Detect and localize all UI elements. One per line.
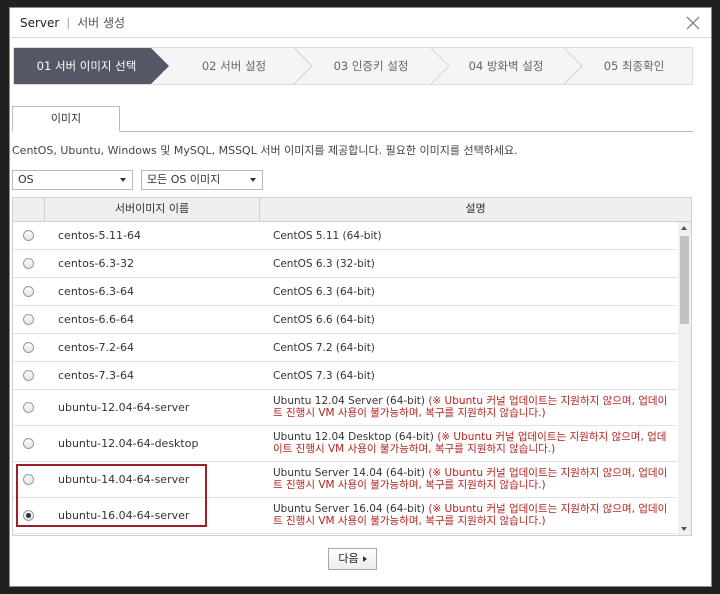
row-radio-button[interactable] bbox=[23, 286, 34, 297]
description-text: Ubuntu Server 16.04 (64-bit) bbox=[273, 503, 425, 515]
image-name: centos-7.3-64 bbox=[58, 369, 134, 382]
table-row[interactable]: centos-7.3-64 CentOS 7.3 (64-bit) bbox=[13, 362, 677, 390]
dialog-titlebar: Server | 서버 생성 bbox=[10, 8, 711, 38]
row-radio-button[interactable] bbox=[23, 230, 34, 241]
step-3: 03 인증키 설정 bbox=[333, 59, 409, 73]
header-select-column bbox=[13, 198, 45, 221]
image-name: ubuntu-12.04-64-desktop bbox=[58, 437, 199, 450]
image-name: centos-6.3-32 bbox=[58, 257, 134, 270]
chevron-down-icon bbox=[120, 178, 126, 182]
wizard-steps: 01 서버 이미지 선택 02 서버 설정 03 인증키 설정 04 방화벽 설… bbox=[13, 47, 693, 85]
table-header: 서버이미지 이름 설명 bbox=[13, 198, 691, 222]
image-description-cell: Ubuntu 12.04 Desktop (64-bit) (※ Ubuntu … bbox=[273, 431, 673, 455]
tab-image[interactable]: 이미지 bbox=[12, 106, 120, 132]
description-text: Ubuntu Server 14.04 (64-bit) bbox=[273, 467, 425, 479]
image-description-cell: Ubuntu Server 14.04 (64-bit) (※ Ubuntu 커… bbox=[273, 467, 673, 491]
image-description-cell: CentOS 7.2 (64-bit) bbox=[273, 342, 673, 354]
table-row[interactable]: centos-7.2-64 CentOS 7.2 (64-bit) bbox=[13, 334, 677, 362]
table-row[interactable]: ubuntu-12.04-64-desktop Ubuntu 12.04 Desk… bbox=[13, 426, 677, 462]
image-description-cell: Ubuntu 12.04 Server (64-bit) (※ Ubuntu 커… bbox=[273, 395, 673, 419]
row-radio-button[interactable] bbox=[23, 258, 34, 269]
table-scrollbar[interactable] bbox=[678, 222, 691, 535]
chevron-right-icon bbox=[362, 556, 367, 562]
scroll-down-icon[interactable] bbox=[678, 523, 691, 535]
close-icon bbox=[686, 16, 700, 30]
table-row[interactable]: centos-6.3-32 CentOS 6.3 (32-bit) bbox=[13, 250, 677, 278]
row-radio-button[interactable] bbox=[23, 402, 34, 413]
image-filter-select[interactable]: 모든 OS 이미지 bbox=[141, 170, 263, 190]
step-1: 01 서버 이미지 선택 bbox=[36, 59, 137, 73]
dialog-title: Server bbox=[20, 15, 60, 30]
chevron-down-icon bbox=[250, 178, 256, 182]
image-filter-value: 모든 OS 이미지 bbox=[147, 173, 221, 186]
next-button-label: 다음 bbox=[338, 552, 359, 565]
table-row[interactable]: centos-6.6-64 CentOS 6.6 (64-bit) bbox=[13, 306, 677, 334]
table-row[interactable]: ubuntu-12.04-64-server Ubuntu 12.04 Serve… bbox=[13, 390, 677, 426]
dialog-subtitle: 서버 생성 bbox=[77, 16, 126, 30]
description-text: CentOS 6.6 (64-bit) bbox=[273, 314, 375, 326]
row-radio-button[interactable] bbox=[23, 342, 34, 353]
image-description-cell: CentOS 7.3 (64-bit) bbox=[273, 370, 673, 382]
selection-highlight-box bbox=[16, 464, 207, 527]
image-description: CentOS, Ubuntu, Windows 및 MySQL, MSSQL 서… bbox=[12, 144, 518, 157]
tab-bar: 이미지 bbox=[12, 106, 693, 132]
next-button[interactable]: 다음 bbox=[328, 548, 377, 570]
header-image-name: 서버이미지 이름 bbox=[45, 198, 260, 221]
image-name: centos-7.2-64 bbox=[58, 341, 134, 354]
title-separator: | bbox=[66, 16, 71, 29]
os-filter-value: OS bbox=[18, 173, 34, 186]
step-5: 05 최종확인 bbox=[603, 59, 665, 73]
step-4: 04 방화벽 설정 bbox=[468, 59, 544, 73]
table-row[interactable]: centos-6.3-64 CentOS 6.3 (64-bit) bbox=[13, 278, 677, 306]
close-button[interactable] bbox=[683, 13, 703, 33]
image-description-cell: CentOS 5.11 (64-bit) bbox=[273, 230, 673, 242]
description-text: CentOS 7.2 (64-bit) bbox=[273, 342, 375, 354]
row-radio-button[interactable] bbox=[23, 370, 34, 381]
image-name: centos-6.6-64 bbox=[58, 313, 134, 326]
step-2: 02 서버 설정 bbox=[201, 59, 267, 73]
row-radio-button[interactable] bbox=[23, 438, 34, 449]
image-name: centos-6.3-64 bbox=[58, 285, 134, 298]
scroll-thumb[interactable] bbox=[680, 236, 689, 324]
description-text: CentOS 7.3 (64-bit) bbox=[273, 370, 375, 382]
description-text: CentOS 5.11 (64-bit) bbox=[273, 230, 382, 242]
description-text: Ubuntu 12.04 Desktop (64-bit) bbox=[273, 431, 434, 443]
image-name: ubuntu-12.04-64-server bbox=[58, 401, 190, 414]
image-name: centos-5.11-64 bbox=[58, 229, 141, 242]
scroll-up-icon[interactable] bbox=[678, 222, 691, 234]
image-description-cell: CentOS 6.3 (32-bit) bbox=[273, 258, 673, 270]
image-description-cell: Ubuntu Server 16.04 (64-bit) (※ Ubuntu 커… bbox=[273, 503, 673, 527]
description-text: CentOS 6.3 (64-bit) bbox=[273, 286, 375, 298]
os-filter-select[interactable]: OS bbox=[12, 170, 133, 190]
header-description: 설명 bbox=[465, 202, 486, 215]
image-description-cell: CentOS 6.3 (64-bit) bbox=[273, 286, 673, 298]
image-description-cell: CentOS 6.6 (64-bit) bbox=[273, 314, 673, 326]
description-text: CentOS 6.3 (32-bit) bbox=[273, 258, 375, 270]
description-text: Ubuntu 12.04 Server (64-bit) bbox=[273, 395, 425, 407]
table-row[interactable]: centos-5.11-64 CentOS 5.11 (64-bit) bbox=[13, 222, 677, 250]
row-radio-button[interactable] bbox=[23, 314, 34, 325]
